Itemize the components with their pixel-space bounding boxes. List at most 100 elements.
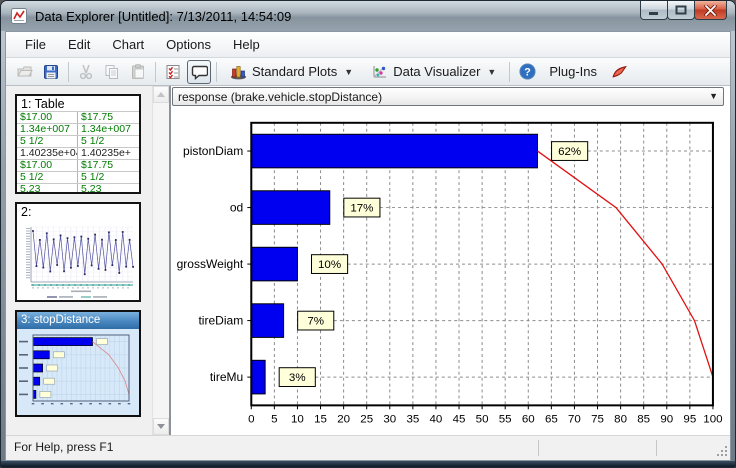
triangle-down-icon xyxy=(157,424,165,429)
table-row: 5 1/25 1/2 xyxy=(17,171,139,183)
svg-text:35: 35 xyxy=(406,414,419,426)
svg-text:17%: 17% xyxy=(350,203,373,215)
table-cell: $17.00 xyxy=(17,160,77,171)
thumbnail-panel: 1: Table $17.00$17.751.34e+0071.34e+0075… xyxy=(6,86,169,435)
table-cell: 1.34e+007 xyxy=(77,124,139,135)
table-cell: 1.40235e+041 xyxy=(17,148,77,159)
svg-text:tireMu: tireMu xyxy=(210,370,243,384)
menu-item-help[interactable]: Help xyxy=(222,34,271,55)
pareto-chart: pistonDiamodgrossWeighttireDiamtireMu62%… xyxy=(171,106,730,435)
mini-table: $17.00$17.751.34e+0071.34e+0075 1/25 1/2… xyxy=(17,111,139,194)
cut-icon xyxy=(78,64,94,80)
svg-text:0: 0 xyxy=(248,414,254,426)
save-button[interactable] xyxy=(39,60,63,84)
statusbar-pane-separator xyxy=(538,440,539,456)
svg-text:od: od xyxy=(230,201,243,215)
standard-plots-icon xyxy=(230,64,247,80)
svg-text:60: 60 xyxy=(522,414,535,426)
window-title: Data Explorer [Untitled]: 7/13/2011, 14:… xyxy=(35,9,291,24)
table-row: 5.235.23 xyxy=(17,183,139,194)
svg-text:90: 90 xyxy=(660,414,673,426)
resize-grip[interactable] xyxy=(715,444,727,456)
minimize-button[interactable] xyxy=(640,1,668,20)
standard-plots-button[interactable]: Standard Plots ▼ xyxy=(222,60,361,84)
mini-line-chart xyxy=(17,219,139,302)
table-cell: 1.34e+007 xyxy=(17,124,77,135)
svg-text:20: 20 xyxy=(337,414,350,426)
menu-item-edit[interactable]: Edit xyxy=(57,34,101,55)
copy-icon xyxy=(104,64,120,80)
svg-text:7%: 7% xyxy=(307,316,324,328)
comment-bubble-button[interactable] xyxy=(187,60,211,84)
toolbar-separator xyxy=(216,62,217,82)
cut-button[interactable] xyxy=(74,60,98,84)
triangle-up-icon xyxy=(157,92,165,97)
table-cell: 5.23 xyxy=(77,184,139,194)
svg-text:70: 70 xyxy=(568,414,581,426)
toolbar-separator xyxy=(68,62,69,82)
table-cell: 5 1/2 xyxy=(77,172,139,183)
close-button[interactable] xyxy=(694,1,727,20)
data-visualizer-button[interactable]: Data Visualizer ▼ xyxy=(363,60,504,84)
data-visualizer-icon xyxy=(371,64,388,80)
toolbar: Standard Plots ▼ Data Visualizer ▼ xyxy=(6,58,730,86)
thumbnail-title: 1: Table xyxy=(17,96,139,111)
plugin-flag-button[interactable] xyxy=(607,60,631,84)
svg-text:10: 10 xyxy=(291,414,304,426)
paste-icon xyxy=(130,64,146,80)
thumbnail-stop-distance[interactable]: 3: stopDistance xyxy=(15,310,141,417)
help-icon: ? xyxy=(519,63,536,80)
svg-text:75: 75 xyxy=(591,414,604,426)
svg-text:65: 65 xyxy=(545,414,558,426)
table-row: 1.40235e+0411.40235e+ xyxy=(17,147,139,159)
plugin-flag-icon xyxy=(611,64,628,80)
menu-item-chart[interactable]: Chart xyxy=(101,34,155,55)
table-row: 1.34e+0071.34e+007 xyxy=(17,123,139,135)
table-cell: 1.40235e+ xyxy=(77,148,139,159)
toolbar-separator xyxy=(155,62,156,82)
thumbnail-line-chart[interactable]: 2: xyxy=(15,202,141,302)
titlebar[interactable]: Data Explorer [Untitled]: 7/13/2011, 14:… xyxy=(1,1,735,31)
menu-item-options[interactable]: Options xyxy=(155,34,222,55)
copy-button[interactable] xyxy=(100,60,124,84)
thumbnail-title: 3: stopDistance xyxy=(17,312,139,329)
scroll-down-button[interactable] xyxy=(153,418,169,435)
menu-item-file[interactable]: File xyxy=(14,34,57,55)
menu-bar: FileEditChartOptionsHelp xyxy=(6,32,730,58)
mini-pareto-chart xyxy=(17,329,139,415)
response-selector-value: response (brake.vehicle.stopDistance) xyxy=(178,90,382,104)
scrollbar-track[interactable] xyxy=(153,103,169,418)
status-text: For Help, press F1 xyxy=(14,440,113,454)
chart-panel: response (brake.vehicle.stopDistance) ▼ … xyxy=(171,86,730,435)
thumbnail-title: 2: xyxy=(17,204,139,219)
scroll-up-button[interactable] xyxy=(153,86,169,103)
svg-text:62%: 62% xyxy=(558,146,581,158)
paste-button[interactable] xyxy=(126,60,150,84)
table-cell: $17.00 xyxy=(17,112,77,123)
plug-ins-label: Plug-Ins xyxy=(549,64,597,79)
svg-text:10%: 10% xyxy=(318,259,341,271)
table-row: $17.00$17.75 xyxy=(17,159,139,171)
svg-text:45: 45 xyxy=(453,414,466,426)
table-cell: 5 1/2 xyxy=(17,136,77,147)
svg-text:pistonDiam: pistonDiam xyxy=(183,144,243,158)
help-button[interactable]: ? xyxy=(515,60,539,84)
thumbnail-table[interactable]: 1: Table $17.00$17.751.34e+0071.34e+0075… xyxy=(15,94,141,194)
svg-text:55: 55 xyxy=(499,414,512,426)
svg-text:3%: 3% xyxy=(289,372,306,384)
open-button[interactable] xyxy=(13,60,37,84)
checklist-button[interactable] xyxy=(161,60,185,84)
table-row: $17.00$17.75 xyxy=(17,111,139,123)
maximize-button[interactable] xyxy=(667,1,695,20)
svg-text:grossWeight: grossWeight xyxy=(177,257,244,271)
svg-text:95: 95 xyxy=(683,414,696,426)
status-bar: For Help, press F1 xyxy=(6,435,730,460)
table-cell: 5 1/2 xyxy=(17,172,77,183)
response-selector[interactable]: response (brake.vehicle.stopDistance) ▼ xyxy=(172,87,724,106)
plug-ins-button[interactable]: Plug-Ins xyxy=(541,60,605,84)
standard-plots-label: Standard Plots xyxy=(252,64,337,79)
sidebar-scrollbar[interactable] xyxy=(152,86,169,435)
table-cell: 5 1/2 xyxy=(77,136,139,147)
chevron-down-icon: ▼ xyxy=(487,67,496,77)
chevron-down-icon: ▼ xyxy=(344,67,353,77)
